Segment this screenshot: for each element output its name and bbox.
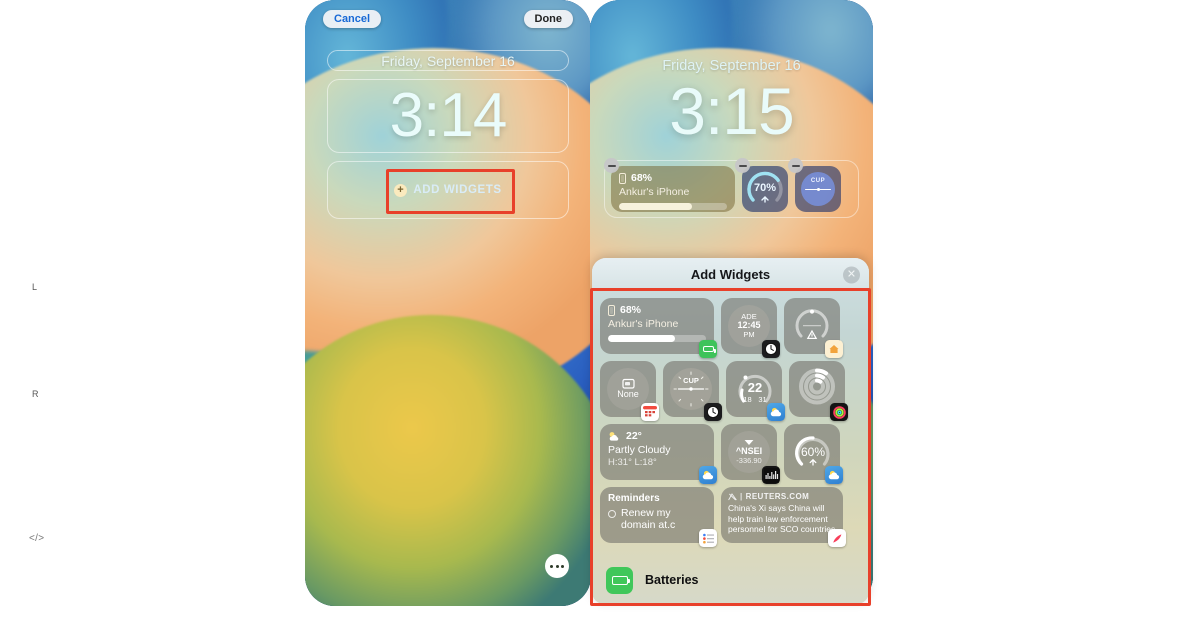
widget-row: Reminders Renew my domain at.c | REUTERS… xyxy=(600,487,861,547)
batteries-icon xyxy=(699,340,717,358)
widget-precipitation[interactable]: 70% xyxy=(735,158,788,212)
plus-icon: + xyxy=(394,183,408,197)
widget-option-news[interactable]: | REUTERS.COM China's Xi says China will… xyxy=(721,487,846,547)
battery-icon xyxy=(619,172,626,184)
clock-city-code: CUP xyxy=(683,376,699,385)
widget-option-battery[interactable]: 68% Ankur's iPhone xyxy=(600,298,717,358)
add-widgets-button[interactable]: + ADD WIDGETS xyxy=(394,183,502,197)
weather-icon xyxy=(767,403,785,421)
widget-option-world-clock[interactable]: ADE 12:45 PM xyxy=(721,298,780,358)
news-icon xyxy=(828,529,846,547)
battery-device-name: Ankur's iPhone xyxy=(608,318,679,330)
lockscreen-edit-stack: Friday, September 16 3:14 + ADD WIDGETS xyxy=(305,50,591,227)
phone-left-screen: Cancel Done Friday, September 16 3:14 + … xyxy=(305,0,591,606)
reuters-logo-icon xyxy=(728,492,737,500)
reminders-icon xyxy=(699,529,717,547)
widget-row: 68% Ankur's iPhone ADE 12:45 PM —— xyxy=(600,298,861,358)
remove-widget-icon[interactable] xyxy=(735,158,750,173)
weather-temp: 22° xyxy=(626,430,642,442)
stock-change: -336.90 xyxy=(736,455,762,465)
dot-icon xyxy=(555,564,559,568)
home-value: —— xyxy=(803,320,821,330)
clock-icon xyxy=(704,403,722,421)
remove-widget-icon[interactable] xyxy=(604,158,619,173)
widget-option-stocks[interactable]: ^NSEI -336.90 xyxy=(721,424,780,484)
marker-left: L xyxy=(32,282,38,292)
batteries-label: Batteries xyxy=(645,573,699,587)
widget-battery[interactable]: 68% Ankur's iPhone xyxy=(604,158,735,212)
reminders-title: Reminders xyxy=(608,493,660,504)
clock-city-code: CUP xyxy=(810,178,826,184)
partly-cloudy-icon xyxy=(609,431,619,441)
clock-icon xyxy=(762,340,780,358)
arrow-down-icon xyxy=(744,440,754,446)
battery-percent: 68% xyxy=(620,304,642,316)
lockscreen-date: Friday, September 16 xyxy=(381,52,515,69)
time-slot[interactable]: 3:14 xyxy=(327,79,569,153)
precipitation-gauge-icon: 70% xyxy=(745,169,785,209)
add-widgets-sheet: Add Widgets ✕ 68% Ankur's iPhone ADE 12:… xyxy=(592,258,869,604)
widget-option-humidity[interactable]: 60% xyxy=(784,424,843,484)
dot-icon xyxy=(561,564,564,568)
add-widgets-slot[interactable]: + ADD WIDGETS xyxy=(327,161,569,219)
widget-row: 22° Partly Cloudy H:31° L:18° ^NSEI -336… xyxy=(600,424,861,484)
lockscreen-time: 3:15 xyxy=(669,74,794,148)
done-button[interactable]: Done xyxy=(523,10,573,28)
close-icon[interactable]: ✕ xyxy=(843,266,860,283)
date-slot[interactable]: Friday, September 16 xyxy=(327,50,569,71)
weather-range: H:31° L:18° xyxy=(608,457,657,468)
news-source: REUTERS.COM xyxy=(745,492,810,501)
weather-icon xyxy=(699,466,717,484)
more-options-button[interactable] xyxy=(545,554,569,578)
lockscreen-time: 3:14 xyxy=(389,81,508,150)
widget-option-weather-wide[interactable]: 22° Partly Cloudy H:31° L:18° xyxy=(600,424,717,484)
weather-icon xyxy=(825,466,843,484)
temp-current: 22 xyxy=(748,380,762,395)
calendar-icon xyxy=(641,403,659,421)
battery-bar xyxy=(619,203,727,210)
analog-clock-icon: CUP xyxy=(801,172,835,206)
remove-widget-icon[interactable] xyxy=(788,158,803,173)
clock-period: PM xyxy=(743,329,755,339)
lockscreen-date: Friday, September 16 xyxy=(662,58,801,74)
sheet-title: Add Widgets xyxy=(690,267,771,282)
dot-icon xyxy=(550,564,553,568)
marker-right: R xyxy=(32,389,39,399)
widget-option-weather-temp[interactable]: 22 18 31 xyxy=(726,361,785,421)
temp-high: 31 xyxy=(758,395,766,404)
widget-world-clock[interactable]: CUP xyxy=(788,158,841,212)
reminder-item: Renew my domain at.c xyxy=(621,507,676,532)
widget-grid: 68% Ankur's iPhone ADE 12:45 PM —— None … xyxy=(592,291,869,547)
battery-icon xyxy=(608,304,615,316)
precipitation-value: 70% xyxy=(754,182,776,194)
widget-option-calendar[interactable]: None xyxy=(600,361,659,421)
widget-option-fitness[interactable] xyxy=(789,361,848,421)
sheet-footer[interactable]: Batteries xyxy=(592,556,869,604)
checkbox-icon xyxy=(608,510,616,518)
news-headline: China's Xi says China will help train la… xyxy=(728,503,836,535)
marker-code: </> xyxy=(29,533,45,544)
sheet-header: Add Widgets ✕ xyxy=(592,258,869,291)
widget-option-analog-clock[interactable]: CUP xyxy=(663,361,722,421)
news-source-row: | REUTERS.COM xyxy=(728,492,836,501)
widget-option-home[interactable]: —— xyxy=(784,298,843,358)
widget-row: None CUP 22 18 31 xyxy=(600,361,861,421)
humidity-value: 60% xyxy=(801,445,825,459)
temp-low: 18 xyxy=(743,395,751,404)
lockscreen-widget-row: 68% Ankur's iPhone 70% CUP xyxy=(604,158,859,218)
home-icon xyxy=(825,340,843,358)
widget-option-reminders[interactable]: Reminders Renew my domain at.c xyxy=(600,487,717,547)
add-widgets-label: ADD WIDGETS xyxy=(413,184,502,196)
fitness-icon xyxy=(830,403,848,421)
battery-percent: 68% xyxy=(631,172,653,184)
batteries-icon xyxy=(606,566,633,594)
weather-condition: Partly Cloudy xyxy=(608,444,671,456)
battery-bar xyxy=(608,335,706,342)
calendar-value: None xyxy=(617,389,639,400)
cancel-button[interactable]: Cancel xyxy=(323,10,382,28)
battery-device-name: Ankur's iPhone xyxy=(619,186,690,198)
screenshot-canvas: L R </> Cancel Done Friday, September 16… xyxy=(0,0,1200,628)
stocks-icon xyxy=(762,466,780,484)
